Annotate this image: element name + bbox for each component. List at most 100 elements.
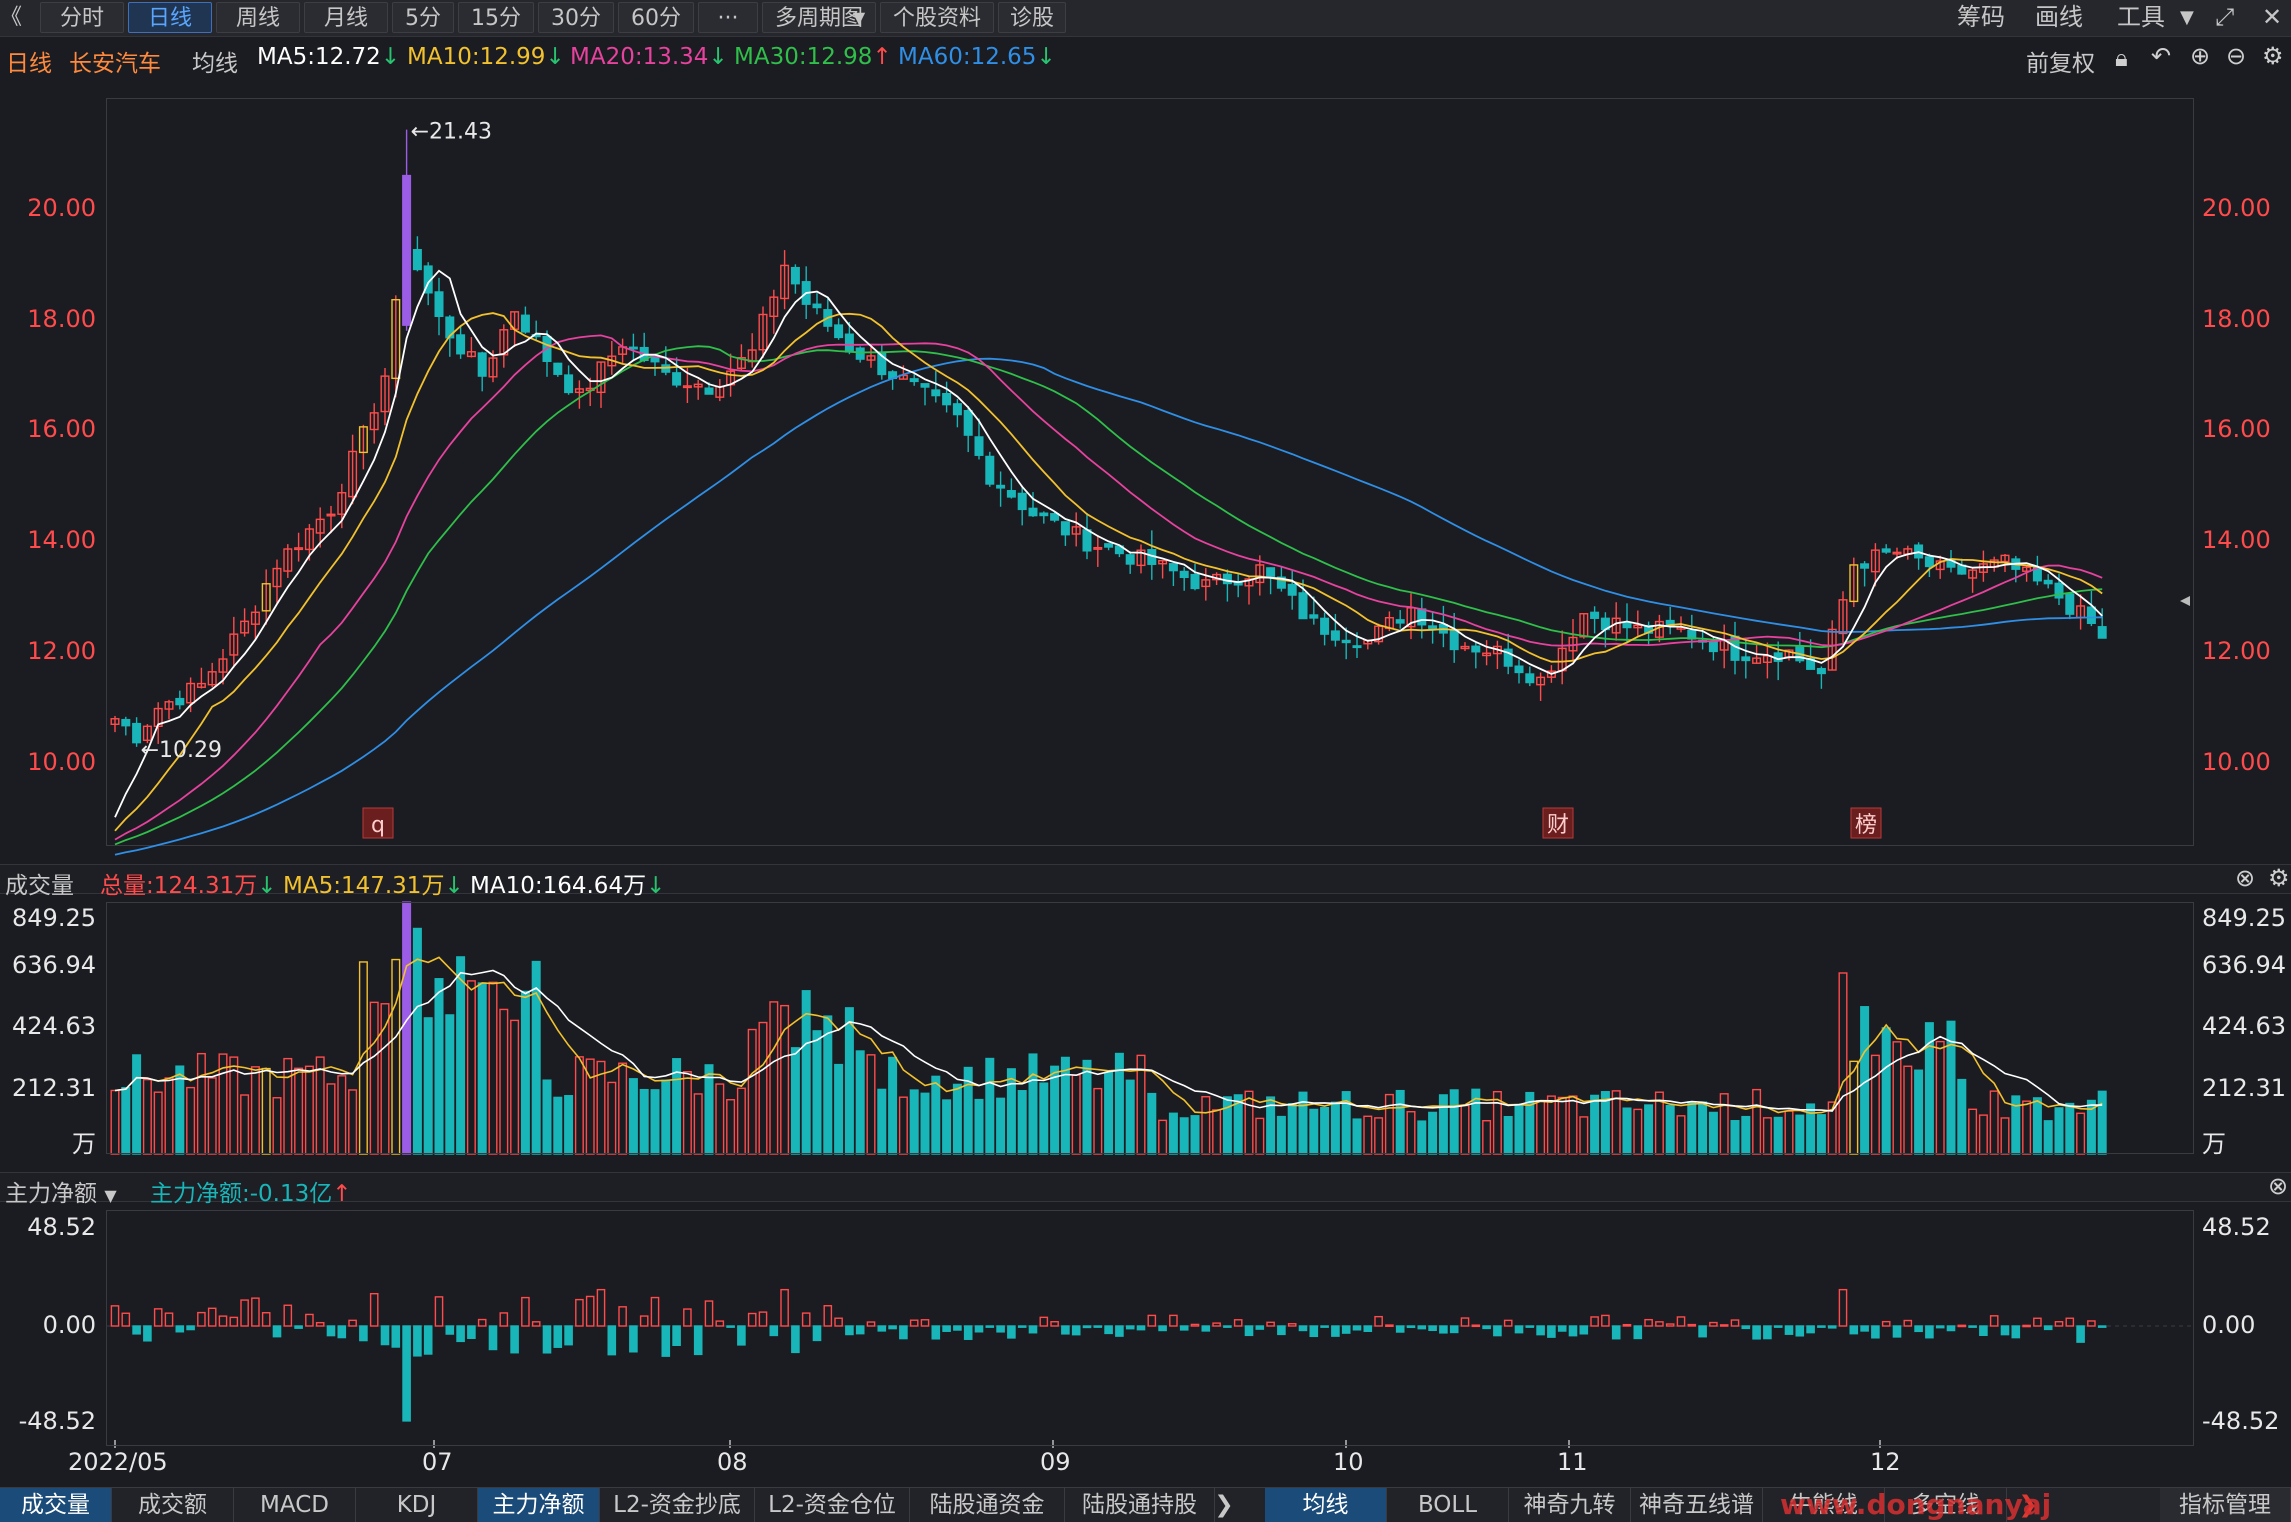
indicator-tab-8[interactable]: 陆股通持股 <box>1065 1488 1215 1522</box>
overlay-tab-3[interactable]: 神奇五线谱 <box>1631 1488 1763 1522</box>
candle-body <box>909 378 919 383</box>
indicator-tab-4[interactable]: 主力净额 <box>478 1488 600 1522</box>
candle-body <box>1417 608 1427 626</box>
watermark: www.dongnanyaj <box>1780 1488 2052 1521</box>
indicator-tab-2[interactable]: MACD <box>234 1488 356 1522</box>
candle-body <box>920 383 930 388</box>
candle-body <box>1104 543 1114 548</box>
overlay-tab-2[interactable]: 神奇九转 <box>1509 1488 1631 1522</box>
price-tick-right: 14.00 <box>2202 526 2271 555</box>
candle-body <box>1125 554 1135 565</box>
candle-body <box>1222 573 1232 585</box>
candle-body <box>1006 490 1016 498</box>
price-tick-right: 18.00 <box>2202 304 2271 333</box>
flow-title[interactable]: 主力净额 <box>5 1181 97 1207</box>
candle-body <box>1860 563 1870 569</box>
chevron-right-icon[interactable]: ❯ <box>1205 1488 1243 1522</box>
candle-body <box>1352 645 1362 649</box>
candle-body <box>1287 583 1297 596</box>
volume-panel-frame <box>106 902 2194 1154</box>
candle-body <box>1330 630 1340 641</box>
volume-ma10: MA10:164.64万 <box>470 873 647 899</box>
ma60-line <box>114 357 2103 856</box>
candle-body <box>2097 626 2107 639</box>
candle-body <box>1525 673 1535 684</box>
candle-body <box>974 436 984 456</box>
volume-total: 总量:124.31万 <box>100 873 258 899</box>
date-tick: 11 <box>1557 1448 1588 1476</box>
close-icon[interactable]: ⊗ <box>2235 864 2255 892</box>
candle-body <box>434 291 444 317</box>
candle-body <box>1039 512 1049 517</box>
candle-body <box>1060 521 1070 536</box>
candle-body <box>628 346 638 350</box>
candle-body <box>175 697 185 706</box>
indicator-tab-1[interactable]: 成交额 <box>112 1488 234 1522</box>
price-tick-left: 18.00 <box>27 304 96 333</box>
candle-body <box>1514 665 1524 674</box>
price-tick-left: 20.00 <box>27 193 96 222</box>
indicator-tab-6[interactable]: L2-资金仓位 <box>755 1488 910 1522</box>
indicator-tab-3[interactable]: KDJ <box>356 1488 478 1522</box>
indicator-tab-5[interactable]: L2-资金抄底 <box>600 1488 755 1522</box>
price-tick-left: 16.00 <box>27 415 96 444</box>
chevron-down-icon[interactable]: ▼ <box>104 1186 116 1205</box>
candle-body <box>564 374 574 394</box>
candle-body <box>1017 492 1027 511</box>
overlay-tab-0[interactable]: 均线 <box>1265 1488 1387 1522</box>
candle-body <box>1622 621 1632 629</box>
candle-body <box>412 249 422 271</box>
candle-body <box>402 174 412 326</box>
volume-tick-right: 424.63 <box>2202 1012 2286 1040</box>
volume-tick-left: 212.31 <box>12 1074 96 1102</box>
candle-body <box>456 334 466 355</box>
flow-tick-left: 48.52 <box>27 1213 96 1241</box>
price-tick-right: 16.00 <box>2202 415 2271 444</box>
indicator-manage-button[interactable]: 指标管理 <box>2160 1488 2291 1522</box>
indicator-tab-7[interactable]: 陆股通资金 <box>910 1488 1065 1522</box>
settings-icon[interactable]: ⚙ <box>2268 864 2290 892</box>
high-marker: ←21.43 <box>411 120 492 145</box>
candle-body <box>1028 507 1038 517</box>
candle-body <box>1190 573 1200 590</box>
candle-body <box>1179 570 1189 579</box>
volume-tick-left: 636.94 <box>12 951 96 979</box>
low-marker: ←10.29 <box>141 738 222 763</box>
date-tick: 09 <box>1040 1448 1071 1476</box>
candle-body <box>942 393 952 406</box>
flow-tick-left: -48.52 <box>18 1407 96 1435</box>
candle-body <box>1924 556 1934 568</box>
flow-tick-right: 0.00 <box>2202 1311 2256 1339</box>
volume-tick-left: 849.25 <box>12 904 96 932</box>
volume-ma5: MA5:147.31万 <box>283 873 445 899</box>
candle-body <box>1449 629 1459 651</box>
volume-tick-right: 万 <box>2202 1130 2226 1158</box>
price-tick-right: 20.00 <box>2202 193 2271 222</box>
current-price-pointer <box>2180 596 2190 606</box>
candle-body <box>855 347 865 360</box>
event-marker: 榜 <box>1855 813 1877 838</box>
candle-body <box>2086 606 2096 625</box>
arrow-up-icon: ↑ <box>332 1181 352 1207</box>
candle-body <box>1708 641 1718 653</box>
arrow-down-icon: ↓ <box>257 873 277 899</box>
candle-body <box>1266 567 1276 577</box>
event-marker: 财 <box>1547 813 1569 838</box>
candle-body <box>1471 645 1481 653</box>
overlay-tab-1[interactable]: BOLL <box>1387 1488 1509 1522</box>
volume-title[interactable]: 成交量 <box>5 866 74 900</box>
price-tick-left: 10.00 <box>27 747 96 776</box>
candle-body <box>996 484 1006 489</box>
arrow-down-icon: ↓ <box>646 873 666 899</box>
candle-body <box>1298 592 1308 620</box>
price-tick-left: 12.00 <box>27 637 96 666</box>
candle-body <box>844 333 854 353</box>
volume-tick-left: 424.63 <box>12 1012 96 1040</box>
candle-body <box>1741 656 1751 662</box>
candle-body <box>121 718 131 727</box>
close-icon[interactable]: ⊗ <box>2268 1172 2288 1200</box>
flow-value: 主力净额:-0.13亿 <box>150 1181 333 1207</box>
price-tick-right: 10.00 <box>2202 747 2271 776</box>
candle-body <box>1309 614 1319 619</box>
indicator-tab-0[interactable]: 成交量 <box>0 1488 112 1522</box>
